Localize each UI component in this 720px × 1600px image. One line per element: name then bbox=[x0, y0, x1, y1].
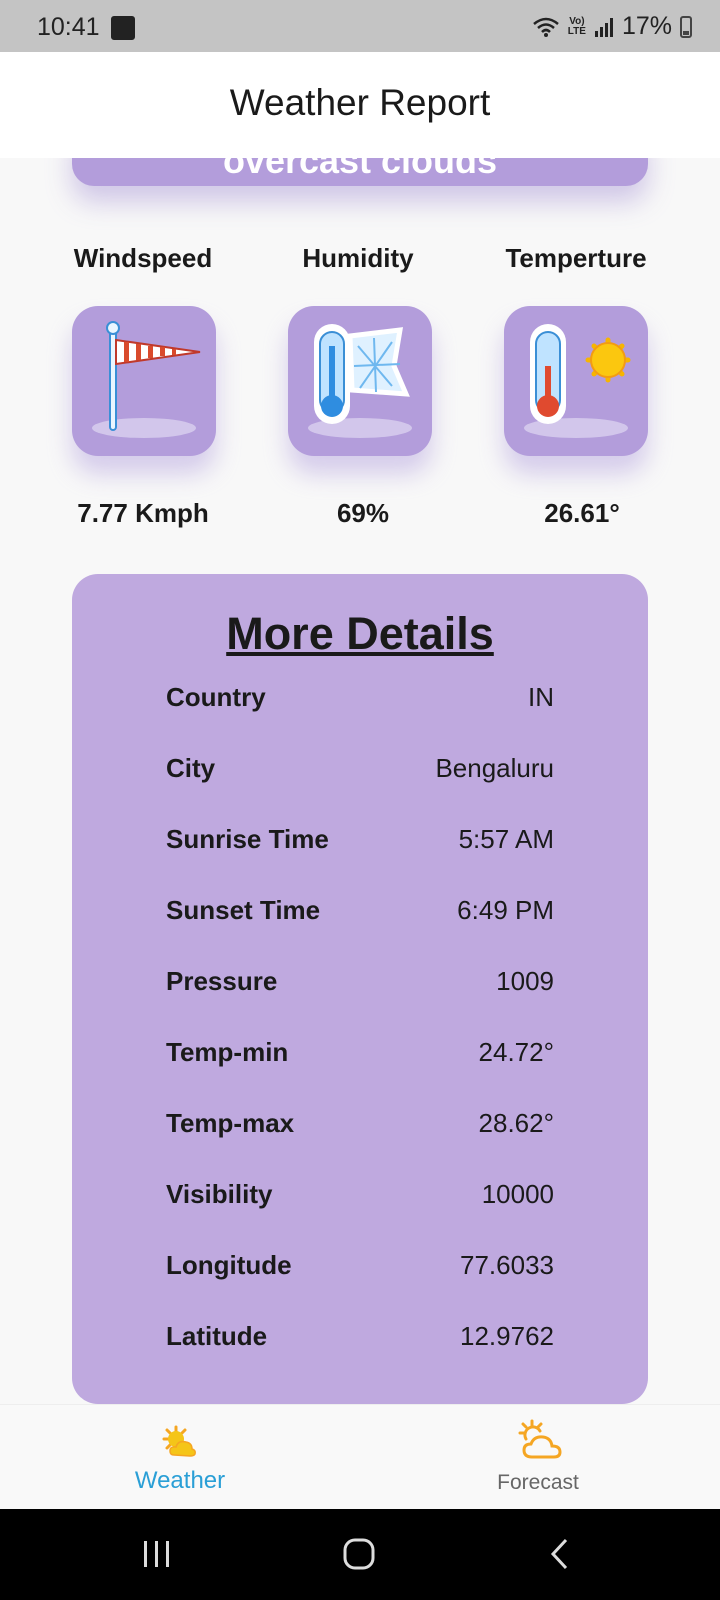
status-indicators: Vo) LTE 17% bbox=[532, 12, 692, 41]
back-icon[interactable] bbox=[548, 1537, 572, 1571]
detail-value: 5:57 AM bbox=[458, 824, 554, 854]
detail-row: Temp-max 28.62° bbox=[166, 1108, 554, 1148]
system-navigation-bar bbox=[0, 1509, 720, 1600]
weather-sun-cloud-icon bbox=[162, 1425, 196, 1457]
humidity-tile bbox=[288, 306, 432, 456]
detail-value: 28.62° bbox=[478, 1108, 554, 1138]
thermometer-snowflake-icon bbox=[308, 324, 412, 438]
more-details-title: More Details bbox=[226, 608, 494, 659]
humidity-label: Humidity bbox=[302, 243, 414, 273]
forecast-cloud-sun-icon bbox=[518, 1419, 562, 1459]
volte-indicator: Vo) LTE bbox=[567, 15, 586, 37]
humidity-value: 69% bbox=[336, 498, 390, 528]
bottom-navigation: Weather Forecast bbox=[0, 1404, 720, 1510]
detail-row: Country IN bbox=[166, 682, 554, 722]
detail-key: Latitude bbox=[166, 1321, 268, 1351]
detail-row: Sunset Time 6:49 PM bbox=[166, 895, 554, 935]
gallery-notification-icon bbox=[111, 16, 135, 40]
detail-value: 24.72° bbox=[478, 1037, 554, 1067]
detail-row: Sunrise Time 5:57 AM bbox=[166, 824, 554, 864]
detail-row: Latitude 12.9762 bbox=[166, 1321, 554, 1361]
thermometer-sun-icon bbox=[524, 324, 631, 438]
detail-key: Visibility bbox=[166, 1179, 273, 1209]
windspeed-tile bbox=[72, 306, 216, 456]
detail-key: Temp-min bbox=[166, 1037, 289, 1067]
battery-percent: 17% bbox=[621, 12, 672, 40]
detail-value: 6:49 PM bbox=[457, 895, 554, 925]
detail-value: IN bbox=[528, 682, 554, 712]
battery-icon bbox=[680, 15, 692, 38]
wifi-icon bbox=[532, 17, 559, 37]
detail-row: City Bengaluru bbox=[166, 753, 554, 793]
temperature-tile bbox=[504, 306, 648, 456]
detail-key: Country bbox=[166, 682, 266, 712]
detail-value: 77.6033 bbox=[460, 1250, 554, 1280]
detail-key: City bbox=[166, 753, 216, 783]
windspeed-value: 7.77 Kmph bbox=[77, 498, 209, 528]
tab-forecast[interactable]: Forecast bbox=[438, 1405, 638, 1510]
windspeed-label: Windspeed bbox=[73, 243, 213, 273]
tab-weather-label: Weather bbox=[134, 1467, 226, 1494]
status-time: 10:41 bbox=[37, 13, 100, 41]
detail-key: Sunset Time bbox=[166, 895, 321, 925]
detail-value: 12.9762 bbox=[460, 1321, 554, 1351]
page-title: Weather Report bbox=[229, 82, 491, 123]
tab-forecast-label: Forecast bbox=[497, 1471, 579, 1494]
detail-row: Pressure 1009 bbox=[166, 966, 554, 1006]
detail-key: Longitude bbox=[166, 1250, 292, 1280]
detail-value: 1009 bbox=[496, 966, 554, 996]
detail-value: Bengaluru bbox=[435, 753, 554, 783]
detail-key: Pressure bbox=[166, 966, 278, 996]
detail-row: Longitude 77.6033 bbox=[166, 1250, 554, 1290]
temperature-value: 26.61° bbox=[544, 498, 620, 528]
windsock-icon bbox=[92, 321, 201, 438]
detail-row: Visibility 10000 bbox=[166, 1179, 554, 1219]
more-details-card: More Details Country IN City Bengaluru S… bbox=[72, 574, 648, 1404]
detail-key: Temp-max bbox=[166, 1108, 295, 1138]
app-bar: Weather Report bbox=[0, 52, 720, 158]
signal-icon bbox=[594, 17, 613, 37]
temperature-label: Temperture bbox=[505, 243, 647, 273]
tab-weather[interactable]: Weather bbox=[80, 1405, 280, 1510]
status-bar: 10:41 Vo) LTE 17% bbox=[0, 0, 720, 52]
recent-apps-icon[interactable] bbox=[140, 1539, 174, 1569]
home-icon[interactable] bbox=[342, 1537, 376, 1571]
detail-key: Sunrise Time bbox=[166, 824, 329, 854]
detail-row: Temp-min 24.72° bbox=[166, 1037, 554, 1077]
detail-value: 10000 bbox=[481, 1179, 554, 1209]
